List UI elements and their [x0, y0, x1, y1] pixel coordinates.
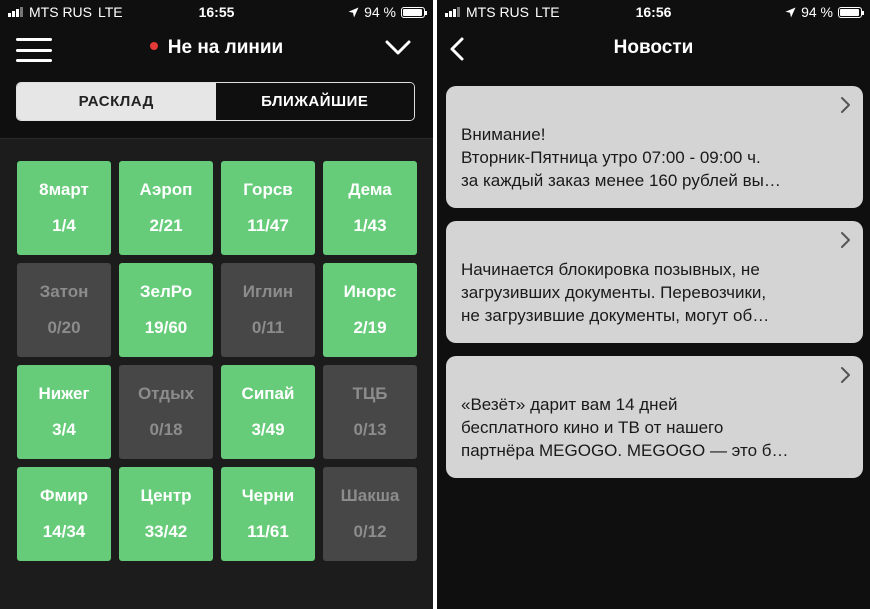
zone-name: Сипай [241, 384, 295, 403]
zone-name: Инорс [343, 282, 397, 301]
zone-count: 1/4 [52, 216, 76, 235]
zone-tile[interactable]: Иглин 0/11 [221, 263, 315, 357]
offline-status-dot [149, 42, 158, 50]
status-bar: MTS RUS LTE 16:56 94 % [437, 0, 870, 24]
news-line: бесплатного кино и ТВ от нашего [461, 418, 724, 437]
zone-tile[interactable]: Аэроп 2/21 [119, 161, 213, 255]
battery-percent: 94 % [364, 4, 396, 20]
zone-tile[interactable]: Шакша 0/12 [323, 467, 417, 561]
zone-name: Иглин [242, 282, 294, 301]
zone-name: 8март [39, 180, 89, 199]
zone-tile[interactable]: Центр 33/42 [119, 467, 213, 561]
news-text: Внимание! Вторник-Пятница утро 07:00 - 09… [461, 123, 849, 192]
zone-tile[interactable]: ЗелРо 19/60 [119, 263, 213, 357]
chevron-down-icon[interactable] [385, 38, 411, 58]
zone-tile[interactable]: 8март 1/4 [17, 161, 111, 255]
zones-screen: MTS RUS LTE 16:55 94 % Не на линии РАСКЛ… [0, 0, 433, 609]
zone-name: Центр [140, 486, 192, 505]
zone-name: ТЦБ [352, 384, 388, 403]
zone-tile[interactable]: Фмир 14/34 [17, 467, 111, 561]
zone-name: Дема [348, 180, 392, 199]
zone-name: Аэроп [139, 180, 193, 199]
zone-count: 3/49 [251, 420, 285, 439]
news-line: «Везёт» дарит вам 14 дней [461, 395, 678, 414]
battery-percent: 94 % [801, 4, 833, 20]
zone-count: 0/13 [353, 420, 387, 439]
news-line: загрузивших документы. Перевозчики, [461, 283, 767, 302]
zone-tile[interactable]: Черни 11/61 [221, 467, 315, 561]
news-card[interactable]: «Везёт» дарит вам 14 дней бесплатного кин… [446, 356, 863, 478]
zone-count: 1/43 [353, 216, 387, 235]
zone-tile[interactable]: Сипай 3/49 [221, 365, 315, 459]
chevron-right-icon [841, 367, 850, 383]
zone-tile[interactable]: Инорс 2/19 [323, 263, 417, 357]
news-line: Вторник-Пятница утро 07:00 - 09:00 ч. [461, 148, 761, 167]
zone-tile[interactable]: Нижег 3/4 [17, 365, 111, 459]
zone-count: 0/20 [47, 318, 81, 337]
battery-icon [838, 6, 864, 18]
zone-count: 2/21 [149, 216, 183, 235]
news-text: Начинается блокировка позывных, не загруз… [461, 258, 849, 327]
zone-tile[interactable]: Затон 0/20 [17, 263, 111, 357]
news-line: не загрузившие документы, могут об… [461, 306, 770, 325]
tab-layout[interactable]: РАСКЛАД [17, 83, 216, 120]
location-arrow-icon [785, 7, 796, 17]
view-switcher: РАСКЛАД БЛИЖАЙШИЕ [16, 82, 415, 121]
news-list: Внимание! Вторник-Пятница утро 07:00 - 09… [446, 86, 863, 491]
news-card[interactable]: Начинается блокировка позывных, не загруз… [446, 221, 863, 343]
news-card[interactable]: Внимание! Вторник-Пятница утро 07:00 - 09… [446, 86, 863, 208]
status-bar: MTS RUS LTE 16:55 94 % [0, 0, 433, 24]
zone-count: 11/47 [247, 216, 289, 235]
zone-name: Шакша [340, 486, 400, 505]
news-line: за каждый заказ менее 160 рублей вы… [461, 171, 781, 190]
location-arrow-icon [348, 7, 359, 17]
zone-tile[interactable]: Отдых 0/18 [119, 365, 213, 459]
zone-count: 3/4 [52, 420, 76, 439]
zones-grid: 8март 1/4 Аэроп 2/21 Горсв 11/47 Дема 1/43 Затон… [17, 161, 417, 561]
zone-count: 0/11 [251, 318, 285, 337]
zone-count: 0/12 [353, 522, 387, 541]
driver-status-label: Не на линии [167, 37, 284, 58]
zone-count: 14/34 [42, 522, 86, 541]
zone-name: Фмир [40, 486, 88, 505]
zone-tile[interactable]: Горсв 11/47 [221, 161, 315, 255]
top-nav-bar: Новости [437, 24, 870, 74]
news-text: «Везёт» дарит вам 14 дней бесплатного кин… [461, 393, 849, 462]
battery-icon [401, 6, 427, 18]
news-line: Внимание! [461, 125, 546, 144]
news-line: партнёра MEGOGO. MEGOGO — это б… [461, 441, 789, 460]
zone-tile[interactable]: ТЦБ 0/13 [323, 365, 417, 459]
chevron-right-icon [841, 232, 850, 248]
page-title: Новости [613, 37, 694, 58]
zone-name: Горсв [243, 180, 293, 199]
zone-count: 0/18 [149, 420, 183, 439]
zone-count: 33/42 [144, 522, 188, 541]
zone-count: 19/60 [144, 318, 188, 337]
chevron-right-icon [841, 97, 850, 113]
zone-name: Затон [39, 282, 89, 301]
news-line: Начинается блокировка позывных, не [461, 260, 760, 279]
zone-name: Черни [241, 486, 295, 505]
zone-name: Отдых [137, 384, 195, 403]
zone-name: ЗелРо [139, 282, 193, 301]
top-nav-bar: Не на линии [0, 24, 433, 74]
tab-nearest[interactable]: БЛИЖАЙШИЕ [215, 83, 414, 120]
zone-count: 2/19 [353, 318, 387, 337]
zone-tile[interactable]: Дема 1/43 [323, 161, 417, 255]
driver-status-title[interactable]: Не на линии [0, 37, 433, 59]
zone-count: 11/61 [247, 522, 289, 541]
news-screen: MTS RUS LTE 16:56 94 % Новости Внимание!… [437, 0, 870, 609]
zone-name: Нижег [38, 384, 90, 403]
